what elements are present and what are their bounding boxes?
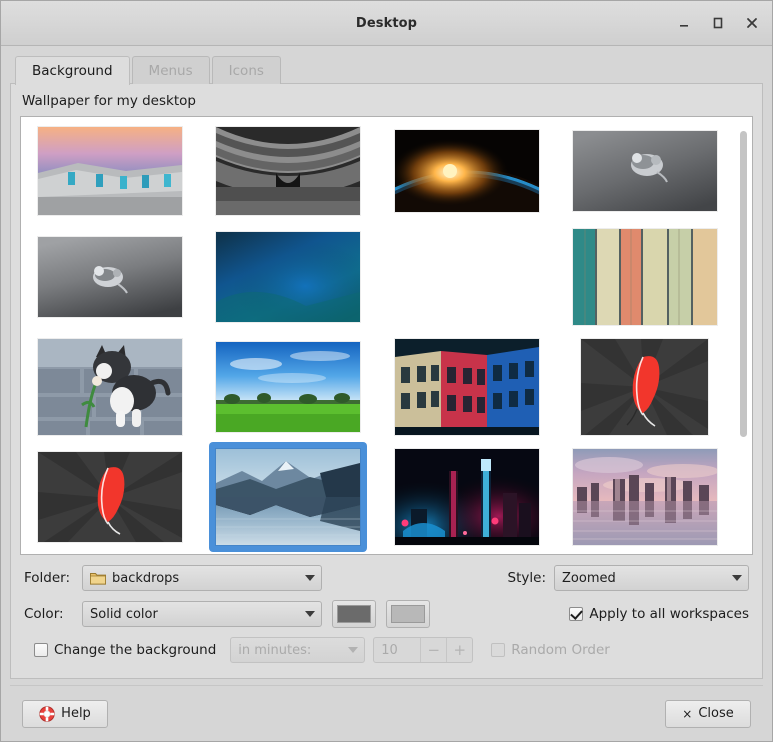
- apply-all-workspaces-label: Apply to all workspaces: [589, 606, 749, 622]
- wallpaper-thumbnail: [38, 452, 183, 542]
- window-title: Desktop: [355, 15, 418, 31]
- wallpaper-thumbnail: [572, 229, 717, 325]
- wallpaper-thumbnail: [394, 339, 539, 435]
- folder-style-row: Folder: backdrops Style: Zoomed: [24, 565, 749, 591]
- wallpaper-item[interactable]: [378, 119, 556, 222]
- wallpaper-thumbnail: [38, 237, 183, 317]
- wallpaper-thumbnail: [394, 129, 539, 212]
- background-tab-panel: Wallpaper for my desktop Folder: backdro…: [10, 83, 763, 679]
- maximize-icon[interactable]: [708, 13, 728, 33]
- wallpaper-item[interactable]: [199, 119, 377, 222]
- wallpaper-thumbnail: [394, 449, 539, 545]
- wallpaper-icon-view[interactable]: [21, 117, 734, 554]
- checkbox-icon: [34, 643, 48, 657]
- wallpaper-thumbnail: [572, 449, 717, 545]
- window-controls: [674, 1, 762, 45]
- wallpaper-item[interactable]: [378, 442, 556, 552]
- color-swatch-1: [337, 605, 371, 623]
- chevron-down-icon: [732, 575, 742, 581]
- wallpaper-thumbnail: [38, 339, 183, 435]
- wallpaper-list-frame: [20, 116, 753, 555]
- style-value: Zoomed: [562, 570, 616, 586]
- vertical-scrollbar[interactable]: [737, 121, 749, 550]
- color-swatch-button-1[interactable]: [332, 600, 376, 628]
- wallpaper-item[interactable]: [21, 332, 199, 442]
- help-icon: [39, 705, 55, 722]
- dialog-footer: Help × Close: [10, 685, 763, 741]
- change-background-checkbox[interactable]: Change the background: [34, 642, 216, 658]
- wallpaper-item[interactable]: [556, 332, 734, 442]
- wallpaper-thumbnail: [572, 130, 717, 211]
- tab-strip: Background Menus Icons: [10, 54, 763, 85]
- close-button[interactable]: × Close: [665, 699, 751, 728]
- style-combobox[interactable]: Zoomed: [554, 565, 749, 591]
- title-bar: Desktop: [1, 1, 772, 46]
- wallpaper-item[interactable]: [556, 119, 734, 222]
- wallpaper-item[interactable]: [199, 332, 377, 442]
- interval-value: in minutes:: [238, 642, 312, 658]
- tab-menus[interactable]: Menus: [131, 56, 210, 84]
- interval-number: 10: [381, 642, 398, 658]
- wallpaper-thumbnail: [216, 232, 361, 322]
- wallpaper-item[interactable]: [21, 442, 199, 552]
- color-combobox[interactable]: Solid color: [82, 601, 322, 627]
- random-order-checkbox[interactable]: Random Order: [491, 642, 610, 658]
- folder-value: backdrops: [112, 570, 180, 586]
- folder-label: Folder:: [24, 570, 71, 586]
- wallpaper-item[interactable]: [556, 442, 734, 552]
- color-label: Color:: [24, 606, 64, 622]
- wallpaper-item[interactable]: [378, 332, 556, 442]
- color-swatch-button-2[interactable]: [386, 600, 430, 628]
- folder-combobox[interactable]: backdrops: [82, 565, 322, 591]
- spinner-decrement-button[interactable]: −: [420, 638, 446, 662]
- wallpaper-thumbnail: [581, 339, 709, 435]
- wallpaper-thumbnail: [216, 342, 361, 432]
- wallpaper-item[interactable]: [199, 222, 377, 332]
- color-swatch-2: [391, 605, 425, 623]
- wallpaper-thumbnail: [216, 126, 361, 215]
- close-x-icon: ×: [682, 706, 693, 721]
- help-button[interactable]: Help: [22, 699, 108, 728]
- chevron-down-icon: [305, 575, 315, 581]
- change-background-label: Change the background: [54, 642, 217, 658]
- wallpaper-thumbnail: [38, 126, 183, 215]
- settings-notebook: Background Menus Icons Wallpaper for my …: [10, 54, 763, 679]
- color-row: Color: Solid color Apply to all workspac…: [24, 600, 749, 628]
- wallpaper-thumbnail: [216, 449, 361, 545]
- chevron-down-icon: [348, 647, 359, 653]
- close-button-label: Close: [698, 706, 734, 721]
- scrollbar-thumb[interactable]: [740, 131, 747, 437]
- color-value: Solid color: [90, 606, 158, 622]
- folder-icon: [90, 571, 106, 585]
- dialog-body: Background Menus Icons Wallpaper for my …: [1, 46, 772, 741]
- interval-spinner[interactable]: 10 − +: [373, 637, 474, 663]
- tab-background-label: Background: [32, 63, 113, 79]
- desktop-settings-window: Desktop Background Menus Icons Wallpaper…: [0, 0, 773, 742]
- checkbox-icon: [491, 643, 506, 657]
- tab-menus-label: Menus: [148, 62, 193, 79]
- wallpaper-item[interactable]: [21, 222, 199, 332]
- wallpaper-item-selected[interactable]: [199, 442, 377, 552]
- tab-background[interactable]: Background: [15, 56, 130, 85]
- tab-icons-label: Icons: [228, 62, 264, 79]
- change-background-row: Change the background in minutes: 10 − +: [24, 637, 749, 663]
- wallpaper-section-label: Wallpaper for my desktop: [22, 93, 196, 109]
- tab-icons[interactable]: Icons: [211, 56, 281, 84]
- minimize-icon[interactable]: [674, 13, 694, 33]
- help-button-label: Help: [61, 706, 91, 721]
- wallpaper-item[interactable]: [21, 119, 199, 222]
- chevron-down-icon: [305, 611, 315, 617]
- apply-all-workspaces-checkbox[interactable]: Apply to all workspaces: [569, 606, 749, 622]
- spinner-increment-button[interactable]: +: [446, 638, 472, 662]
- random-order-label: Random Order: [511, 642, 610, 658]
- wallpaper-item-empty[interactable]: [378, 222, 556, 332]
- wallpaper-item[interactable]: [556, 222, 734, 332]
- interval-combobox[interactable]: in minutes:: [230, 637, 366, 663]
- background-options: Folder: backdrops Style: Zoomed Color: S…: [20, 555, 753, 669]
- checkbox-icon: [569, 607, 584, 621]
- close-icon[interactable]: [742, 13, 762, 33]
- style-label: Style:: [507, 570, 546, 586]
